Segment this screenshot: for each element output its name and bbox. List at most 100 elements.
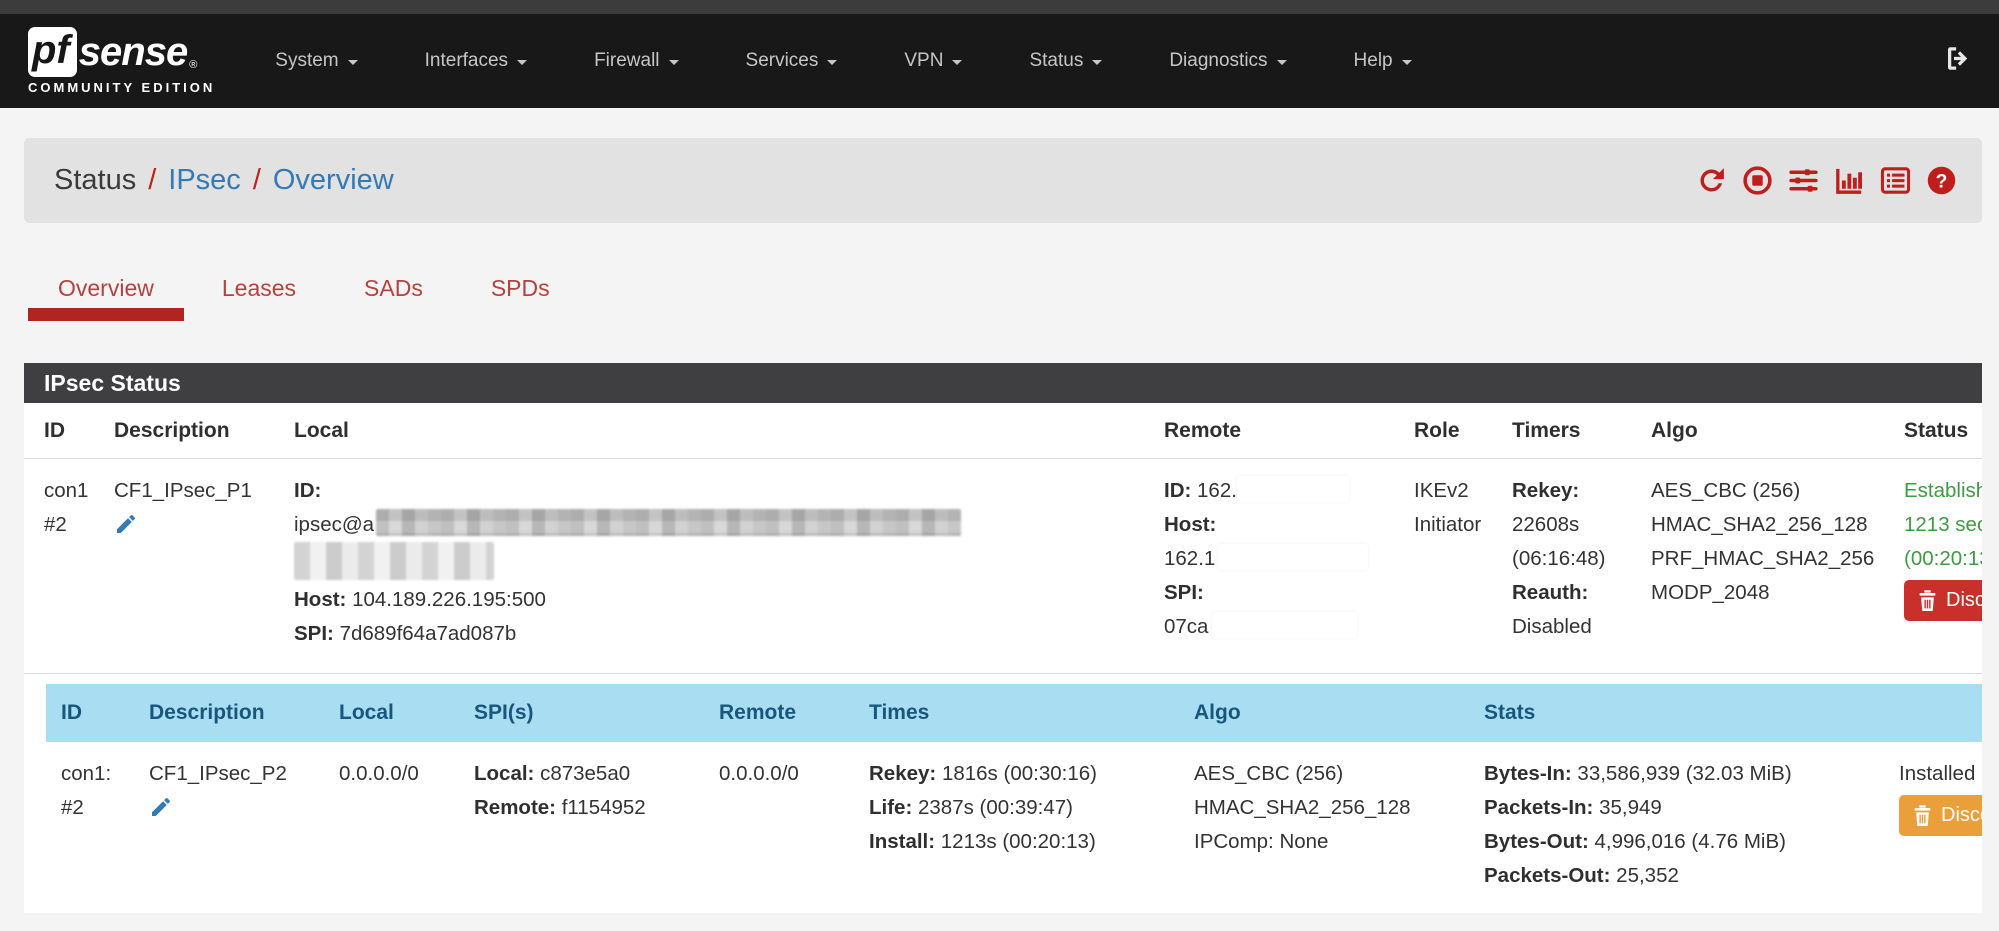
list-icon[interactable] bbox=[1879, 164, 1912, 197]
child-sa-table: ID Description Local SPI(s) Remote Times… bbox=[46, 684, 1982, 899]
ike-description-cell: CF1_IPsec_P1 bbox=[94, 459, 274, 674]
help-icon[interactable]: ? bbox=[1925, 164, 1958, 197]
redacted-block bbox=[1212, 612, 1357, 638]
chevron-down-icon bbox=[669, 60, 679, 65]
status-uptime: 1213 seconds bbox=[1904, 508, 1982, 542]
top-strip bbox=[0, 0, 1999, 14]
ipsec-table-wrap: ID Description Local Remote Role Timers … bbox=[24, 403, 1982, 913]
chevron-down-icon bbox=[1402, 60, 1412, 65]
nav-item-status[interactable]: Status bbox=[1029, 50, 1102, 72]
nav-menu: System Interfaces Firewall Services VPN … bbox=[275, 50, 1411, 72]
nav-item-interfaces[interactable]: Interfaces bbox=[425, 50, 527, 72]
col-remote: Remote bbox=[1144, 403, 1394, 459]
tab-overview[interactable]: Overview bbox=[28, 275, 184, 321]
child-algo-cell: AES_CBC (256) HMAC_SHA2_256_128 IPComp: … bbox=[1179, 742, 1469, 899]
breadcrumb-link-overview[interactable]: Overview bbox=[273, 164, 394, 196]
refresh-icon[interactable] bbox=[1695, 164, 1728, 197]
ike-id-cell: con1 #2 bbox=[24, 459, 94, 674]
bar-chart-icon[interactable] bbox=[1833, 164, 1866, 197]
panel-title: IPsec Status bbox=[24, 363, 1982, 403]
page-action-icons: ? bbox=[1695, 164, 1958, 197]
child-stats-cell: Bytes-In: 33,586,939 (32.03 MiB) Packets… bbox=[1469, 742, 1884, 899]
ike-sa-table: ID Description Local Remote Role Timers … bbox=[24, 403, 1982, 673]
chevron-down-icon bbox=[827, 60, 837, 65]
child-local-cell: 0.0.0.0/0 bbox=[324, 742, 459, 899]
ike-status-cell: Established 1213 seconds (00:20:13) Disc… bbox=[1884, 459, 1982, 674]
chevron-down-icon bbox=[1277, 60, 1287, 65]
col-remote: Remote bbox=[704, 684, 854, 742]
col-local: Local bbox=[324, 684, 459, 742]
breadcrumb-link-ipsec[interactable]: IPsec bbox=[168, 164, 241, 196]
edit-icon[interactable] bbox=[149, 795, 173, 830]
ipsec-status-panel: IPsec Status ID Description Local Remote… bbox=[24, 363, 1982, 913]
ike-local-cell: ID: ipsec@a Host: 104.189.226.195:500 SP… bbox=[274, 459, 1144, 674]
chevron-down-icon bbox=[1092, 60, 1102, 65]
tab-spds[interactable]: SPDs bbox=[461, 275, 580, 321]
ike-timers-cell: Rekey: 22608s (06:16:48) Reauth: Disable… bbox=[1492, 459, 1631, 674]
col-algo: Algo bbox=[1179, 684, 1469, 742]
col-status-blank bbox=[1884, 684, 1982, 742]
chevron-down-icon bbox=[517, 60, 527, 65]
ike-role-cell: IKEv2 Initiator bbox=[1394, 459, 1492, 674]
col-id: ID bbox=[24, 403, 94, 459]
sliders-icon[interactable] bbox=[1787, 164, 1820, 197]
trash-icon bbox=[1918, 590, 1937, 611]
child-remote-cell: 0.0.0.0/0 bbox=[704, 742, 854, 899]
pfsense-logo[interactable]: pf sense ® COMMUNITY EDITION bbox=[28, 27, 215, 95]
redacted-block bbox=[1218, 544, 1368, 570]
tab-leases[interactable]: Leases bbox=[192, 275, 326, 321]
redacted-block bbox=[294, 542, 494, 580]
status-state: Established bbox=[1904, 474, 1982, 508]
logo-pf: pf bbox=[28, 27, 77, 77]
disconnect-button[interactable]: Disconnect bbox=[1904, 580, 1982, 621]
edit-icon[interactable] bbox=[114, 512, 138, 547]
child-times-cell: Rekey: 1816s (00:30:16) Life: 2387s (00:… bbox=[854, 742, 1179, 899]
redacted-block bbox=[376, 509, 961, 536]
col-description: Description bbox=[94, 403, 274, 459]
col-algo: Algo bbox=[1631, 403, 1884, 459]
redacted-block bbox=[1237, 476, 1349, 502]
breadcrumb: Status / IPsec / Overview bbox=[54, 164, 394, 197]
main-navbar: pf sense ® COMMUNITY EDITION System Inte… bbox=[0, 14, 1999, 108]
col-stats: Stats bbox=[1469, 684, 1884, 742]
child-sa-row: con1: #2 CF1_IPsec_P2 0.0.0.0/0 Local: c… bbox=[46, 742, 1982, 899]
nav-item-services[interactable]: Services bbox=[746, 50, 838, 72]
nav-item-help[interactable]: Help bbox=[1354, 50, 1412, 72]
nav-item-firewall[interactable]: Firewall bbox=[594, 50, 678, 72]
col-role: Role bbox=[1394, 403, 1492, 459]
col-id: ID bbox=[46, 684, 134, 742]
page-tabs: Overview Leases SADs SPDs bbox=[28, 275, 1999, 321]
disconnect-child-button[interactable]: Disconnect bbox=[1899, 795, 1982, 836]
chevron-down-icon bbox=[952, 60, 962, 65]
nav-item-system[interactable]: System bbox=[275, 50, 357, 72]
sign-out-icon[interactable] bbox=[1943, 44, 1973, 79]
chevron-down-icon bbox=[348, 60, 358, 65]
ike-header-row: ID Description Local Remote Role Timers … bbox=[24, 403, 1982, 459]
stop-icon[interactable] bbox=[1741, 164, 1774, 197]
breadcrumb-bar: Status / IPsec / Overview ? bbox=[24, 138, 1982, 223]
breadcrumb-separator: / bbox=[148, 164, 156, 196]
status-ago: (00:20:13) bbox=[1904, 542, 1982, 576]
nav-item-diagnostics[interactable]: Diagnostics bbox=[1169, 50, 1286, 72]
logo-registered-mark: ® bbox=[189, 59, 197, 71]
child-spis-cell: Local: c873e5a0 Remote: f1154952 bbox=[459, 742, 704, 899]
logo-edition: COMMUNITY EDITION bbox=[28, 80, 215, 95]
col-times: Times bbox=[854, 684, 1179, 742]
nav-item-vpn[interactable]: VPN bbox=[904, 50, 962, 72]
ike-remote-cell: ID: 162. Host: 162.1 SPI: 07ca bbox=[1144, 459, 1394, 674]
col-description: Description bbox=[134, 684, 324, 742]
child-description-cell: CF1_IPsec_P2 bbox=[134, 742, 324, 899]
col-local: Local bbox=[274, 403, 1144, 459]
breadcrumb-separator: / bbox=[253, 164, 261, 196]
logo-sense: sense bbox=[79, 30, 187, 75]
svg-text:?: ? bbox=[1936, 171, 1948, 192]
tab-sads[interactable]: SADs bbox=[334, 275, 453, 321]
ike-sa-row: con1 #2 CF1_IPsec_P1 ID: ipsec@a Host: 1… bbox=[24, 459, 1982, 674]
status-state: Installed bbox=[1899, 757, 1982, 791]
trash-icon bbox=[1913, 805, 1932, 826]
col-spis: SPI(s) bbox=[459, 684, 704, 742]
breadcrumb-section: Status bbox=[54, 164, 136, 196]
child-status-cell: Installed Disconnect bbox=[1884, 742, 1982, 899]
child-header-row: ID Description Local SPI(s) Remote Times… bbox=[46, 684, 1982, 742]
child-sa-zone: ID Description Local SPI(s) Remote Times… bbox=[24, 673, 1982, 913]
